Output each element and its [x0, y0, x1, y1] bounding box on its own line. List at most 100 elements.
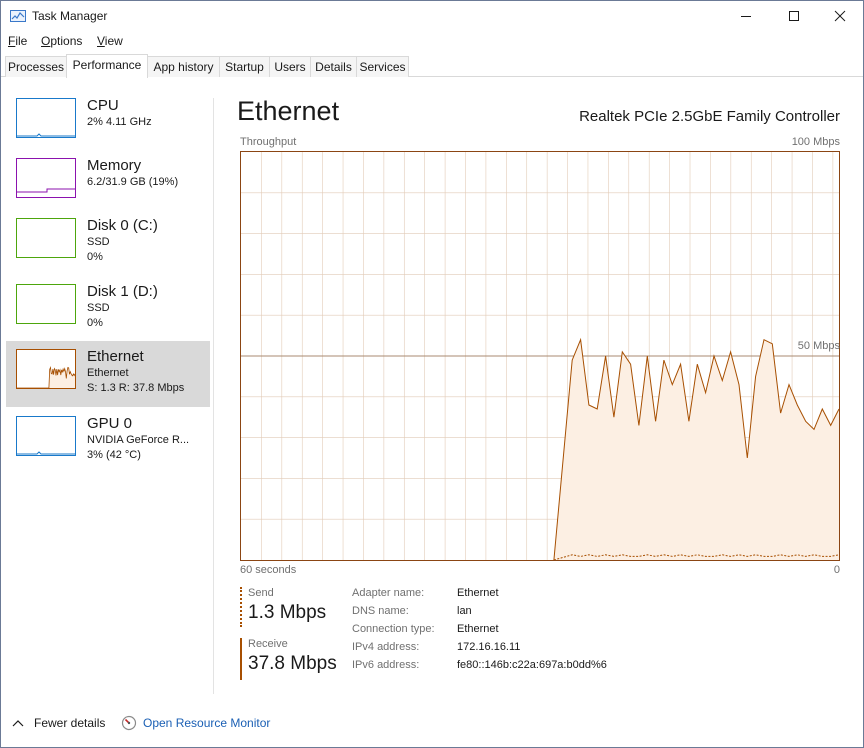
sidebar-item-line1: SSD	[87, 302, 110, 314]
close-icon	[834, 10, 846, 22]
task-manager-window: Task Manager File Options View Processes…	[0, 0, 864, 748]
sidebar-item-title: CPU	[87, 97, 119, 114]
ethernet-thumbnail	[16, 349, 76, 389]
menu-options[interactable]: Options	[41, 34, 82, 48]
thumbnail-graph	[17, 365, 75, 388]
usage-line	[17, 451, 75, 455]
sidebar-item-title: Ethernet	[87, 348, 144, 365]
memory-thumbnail	[16, 158, 76, 198]
detail-value: fe80::146b:c22a:697a:b0dd%6	[457, 659, 607, 671]
sidebar-item-line2: 0%	[87, 251, 103, 263]
detail-key: IPv6 address:	[352, 659, 420, 671]
menu-file-label: File	[8, 34, 28, 48]
throughput-graph	[240, 151, 840, 561]
detail-key: IPv4 address:	[352, 641, 420, 653]
graph-max-label: 100 Mbps	[791, 136, 840, 148]
graph-time-label: 60 seconds	[240, 564, 297, 576]
thumbnail-graph	[17, 451, 75, 455]
thumbnail-graph	[17, 219, 75, 257]
fewer-details-label: Fewer details	[34, 716, 106, 730]
tab-processes[interactable]: Processes	[5, 56, 67, 77]
sidebar-item-line1: 2% 4.11 GHz	[87, 116, 152, 128]
chevron-up-icon	[12, 720, 24, 727]
detail-value: Ethernet	[457, 623, 499, 635]
sidebar-item-memory[interactable]: Memory 6.2/31.9 GB (19%)	[6, 150, 210, 214]
thumbnail-graph	[17, 133, 75, 137]
resource-monitor-icon	[121, 715, 137, 731]
send-value: 1.3 Mbps	[248, 602, 327, 623]
sidebar-item-title: Disk 1 (D:)	[87, 283, 158, 300]
detail-row: DNS name: lan	[352, 605, 652, 623]
maximize-button[interactable]	[771, 1, 817, 31]
menu-options-label: Options	[41, 34, 83, 48]
tab-performance[interactable]: Performance	[66, 54, 148, 78]
sidebar-item-disk0[interactable]: Disk 0 (C:) SSD 0%	[6, 210, 210, 274]
sidebar-item-line1: 6.2/31.9 GB (19%)	[87, 176, 179, 188]
sidebar-item-line1: SSD	[87, 236, 110, 248]
footer: Fewer details Open Resource Monitor	[1, 703, 863, 747]
tab-startup[interactable]: Startup	[219, 56, 270, 77]
close-button[interactable]	[817, 1, 863, 31]
receive-stat: Receive 37.8 Mbps	[240, 638, 350, 680]
maximize-icon	[789, 11, 799, 21]
page-title: Ethernet	[237, 96, 340, 126]
adapter-description: Realtek PCIe 2.5GbE Family Controller	[579, 108, 840, 125]
detail-value: Ethernet	[457, 587, 499, 599]
cpu-thumbnail	[16, 98, 76, 138]
detail-row: IPv6 address: fe80::146b:c22a:697a:b0dd%…	[352, 659, 652, 677]
memory-usage-line	[17, 188, 75, 193]
sidebar-item-line1: Ethernet	[87, 367, 129, 379]
tab-details[interactable]: Details	[310, 56, 357, 77]
menu-view-label: View	[97, 34, 123, 48]
tab-app-history[interactable]: App history	[147, 56, 220, 77]
tab-services[interactable]: Services	[356, 56, 409, 77]
sidebar-item-gpu0[interactable]: GPU 0 NVIDIA GeForce R... 3% (42 °C)	[6, 408, 210, 472]
ethernet-detail-panel: Ethernet Realtek PCIe 2.5GbE Family Cont…	[215, 78, 863, 698]
graph-title-label: Throughput	[240, 136, 297, 148]
graph-zero-label: 0	[833, 564, 840, 576]
send-label: Send	[248, 587, 274, 599]
disk0-thumbnail	[16, 218, 76, 258]
sidebar-item-ethernet[interactable]: Ethernet Ethernet S: 1.3 R: 37.8 Mbps	[6, 341, 210, 407]
send-stat: Send 1.3 Mbps	[240, 587, 350, 627]
detail-row: Connection type: Ethernet	[352, 623, 652, 641]
graph-mid-label: 50 Mbps	[797, 340, 840, 352]
minimize-button[interactable]	[723, 1, 769, 31]
gpu0-thumbnail	[16, 416, 76, 456]
title-bar: Task Manager	[1, 1, 863, 31]
tab-users[interactable]: Users	[269, 56, 311, 77]
menu-view[interactable]: View	[97, 34, 123, 48]
receive-indicator	[240, 638, 242, 680]
menu-file[interactable]: File	[8, 34, 27, 48]
thumbnail-graph	[17, 285, 75, 323]
performance-sidebar: CPU 2% 4.11 GHz Memory 6.2/31.9 GB (19%)…	[1, 78, 214, 698]
detail-row: Adapter name: Ethernet	[352, 587, 652, 605]
sidebar-item-title: Disk 0 (C:)	[87, 217, 158, 234]
sidebar-item-line2: S: 1.3 R: 37.8 Mbps	[87, 382, 185, 394]
sidebar-item-disk1[interactable]: Disk 1 (D:) SSD 0%	[6, 276, 210, 340]
fewer-details-button[interactable]: Fewer details	[12, 716, 105, 730]
send-indicator	[240, 587, 242, 627]
detail-value: lan	[457, 605, 472, 617]
sidebar-item-line1: NVIDIA GeForce R...	[87, 434, 190, 446]
open-resource-monitor-link[interactable]: Open Resource Monitor	[121, 715, 270, 731]
task-manager-app-icon	[10, 10, 26, 22]
sidebar-divider	[213, 98, 214, 694]
sidebar-item-cpu[interactable]: CPU 2% 4.11 GHz	[6, 90, 210, 154]
menu-bar: File Options View	[1, 32, 863, 52]
throughput-chart-svg	[241, 152, 839, 560]
receive-value: 37.8 Mbps	[248, 653, 337, 674]
disk1-thumbnail	[16, 284, 76, 324]
receive-label: Receive	[248, 638, 288, 650]
sidebar-item-line2: 3% (42 °C)	[87, 449, 141, 461]
detail-key: Adapter name:	[352, 587, 425, 599]
detail-key: DNS name:	[352, 605, 409, 617]
detail-value: 172.16.16.11	[457, 641, 521, 653]
window-title: Task Manager	[32, 9, 108, 23]
detail-row: IPv4 address: 172.16.16.11	[352, 641, 652, 659]
minimize-icon	[741, 16, 751, 17]
usage-line	[17, 133, 75, 137]
tab-bar: Processes Performance App history Startu…	[1, 54, 863, 78]
detail-key: Connection type:	[352, 623, 435, 635]
open-resource-monitor-label: Open Resource Monitor	[143, 716, 271, 730]
